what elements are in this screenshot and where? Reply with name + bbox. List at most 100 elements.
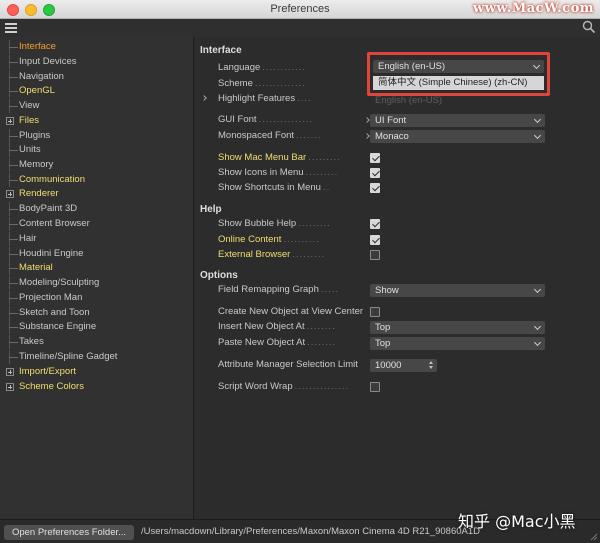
sidebar-item-communication[interactable]: Communication	[0, 173, 194, 187]
sidebar-item-label: View	[19, 100, 40, 111]
sidebar-item-label: Scheme Colors	[19, 381, 84, 392]
script-word-wrap-label: Script Word Wrap...............	[218, 381, 350, 392]
selection-limit-field[interactable]: 10000	[370, 359, 437, 372]
section-heading-help: Help	[200, 204, 222, 215]
hamburger-menu-icon[interactable]	[5, 23, 17, 33]
highlight-features-value: English (en-US)	[375, 95, 443, 106]
tree-connector	[9, 224, 18, 225]
open-preferences-folder-button[interactable]: Open Preferences Folder...	[4, 525, 134, 540]
sidebar-item-scheme-colors[interactable]: Scheme Colors	[0, 380, 194, 394]
show-mac-menu-bar-checkbox[interactable]	[370, 153, 380, 163]
sidebar-item-timeline-spline-gadget[interactable]: Timeline/Spline Gadget	[0, 350, 194, 364]
create-at-view-center-label: Create New Object at View Center	[218, 306, 364, 317]
preferences-sidebar: Interface Input Devices Navigation OpenGL Vi…	[0, 37, 194, 519]
language-option-zh-cn[interactable]: 简体中文 (Simple Chinese) (zh-CN)	[373, 76, 544, 90]
stepper-arrows-icon[interactable]	[428, 361, 434, 370]
external-browser-label: External Browser.........	[218, 249, 326, 260]
tree-connector	[9, 357, 18, 358]
sidebar-item-content-browser[interactable]: Content Browser	[0, 217, 194, 231]
sidebar-item-sketch-and-toon[interactable]: Sketch and Toon	[0, 306, 194, 320]
title-bar: Preferences www.MacW.com	[0, 0, 600, 19]
monospaced-font-dropdown[interactable]: Monaco	[370, 130, 545, 143]
online-content-label: Online Content..........	[218, 234, 320, 245]
external-browser-checkbox[interactable]	[370, 250, 380, 260]
chevron-down-icon	[533, 322, 542, 331]
tree-connector	[9, 165, 18, 166]
sidebar-item-import-export[interactable]: Import/Export	[0, 365, 194, 379]
gui-font-expand-icon[interactable]	[364, 117, 370, 123]
sidebar-item-material[interactable]: Material	[0, 261, 194, 275]
highlight-features-label: Highlight Features....	[218, 93, 312, 104]
resize-grip-icon[interactable]	[590, 533, 598, 541]
tree-connector	[9, 283, 18, 284]
expand-plus-icon[interactable]	[6, 368, 14, 376]
language-dropdown-popup: English (en-US) 简体中文 (Simple Chinese) (z…	[367, 52, 550, 96]
sidebar-item-label: Renderer	[19, 188, 59, 199]
script-word-wrap-checkbox[interactable]	[370, 382, 380, 392]
sidebar-item-navigation[interactable]: Navigation	[0, 70, 194, 84]
tree-connector	[9, 180, 18, 181]
sidebar-item-input-devices[interactable]: Input Devices	[0, 55, 194, 69]
expand-plus-icon[interactable]	[6, 190, 14, 198]
sidebar-item-label: BodyPaint 3D	[19, 203, 78, 214]
show-icons-in-menu-checkbox[interactable]	[370, 168, 380, 178]
sidebar-item-projection-man[interactable]: Projection Man	[0, 291, 194, 305]
sidebar-item-houdini-engine[interactable]: Houdini Engine	[0, 247, 194, 261]
chevron-down-icon	[532, 61, 541, 70]
sidebar-item-memory[interactable]: Memory	[0, 158, 194, 172]
tree-connector	[9, 209, 18, 210]
expand-plus-icon[interactable]	[6, 383, 14, 391]
sidebar-item-label: Houdini Engine	[19, 248, 84, 259]
sidebar-item-label: Hair	[19, 233, 37, 244]
sidebar-item-takes[interactable]: Takes	[0, 335, 194, 349]
sidebar-item-label: OpenGL	[19, 85, 55, 96]
sidebar-item-label: Navigation	[19, 71, 64, 82]
site-watermark: www.MacW.com	[473, 1, 594, 16]
chevron-down-icon	[533, 115, 542, 124]
sidebar-item-opengl[interactable]: OpenGL	[0, 84, 194, 98]
sidebar-item-units[interactable]: Units	[0, 143, 194, 157]
tree-connector	[9, 106, 18, 107]
sidebar-item-substance-engine[interactable]: Substance Engine	[0, 320, 194, 334]
gui-font-dropdown[interactable]: UI Font	[370, 114, 545, 127]
sidebar-item-view[interactable]: View	[0, 99, 194, 113]
monospaced-font-expand-icon[interactable]	[364, 133, 370, 139]
show-mac-menu-bar-label: Show Mac Menu Bar.........	[218, 152, 341, 163]
insert-new-object-dropdown[interactable]: Top	[370, 321, 545, 334]
sidebar-item-label: Content Browser	[19, 218, 90, 229]
sidebar-item-plugins[interactable]: Plugins	[0, 129, 194, 143]
tree-connector	[9, 150, 18, 151]
tree-connector	[9, 62, 18, 63]
tree-connector	[9, 298, 18, 299]
language-label: Language............	[218, 62, 306, 73]
online-content-checkbox[interactable]	[370, 235, 380, 245]
sidebar-item-label: Import/Export	[19, 366, 77, 377]
language-dropdown[interactable]: English (en-US)	[373, 60, 544, 73]
sidebar-item-bodypaint-3d[interactable]: BodyPaint 3D	[0, 202, 194, 216]
highlight-features-expander-icon[interactable]	[201, 95, 207, 101]
sidebar-item-modeling-sculpting[interactable]: Modeling/Sculpting	[0, 276, 194, 290]
chevron-down-icon	[533, 285, 542, 294]
field-remapping-graph-dropdown[interactable]: Show	[370, 284, 545, 297]
create-at-view-center-checkbox[interactable]	[370, 307, 380, 317]
sidebar-item-files[interactable]: Files	[0, 114, 194, 128]
sidebar-item-label: Material	[19, 262, 53, 273]
sidebar-item-hair[interactable]: Hair	[0, 232, 194, 246]
sidebar-item-label: Projection Man	[19, 292, 83, 303]
show-bubble-help-checkbox[interactable]	[370, 219, 380, 229]
expand-plus-icon[interactable]	[6, 117, 14, 125]
insert-new-object-label: Insert New Object At........	[218, 321, 336, 332]
sidebar-item-renderer[interactable]: Renderer	[0, 187, 194, 201]
sidebar-item-label: Substance Engine	[19, 321, 97, 332]
sidebar-item-label: Communication	[19, 174, 85, 185]
sidebar-item-label: Timeline/Spline Gadget	[19, 351, 118, 362]
show-bubble-help-label: Show Bubble Help.........	[218, 218, 331, 229]
sidebar-item-label: Input Devices	[19, 56, 77, 67]
show-shortcuts-in-menu-checkbox[interactable]	[370, 183, 380, 193]
sidebar-item-interface[interactable]: Interface	[0, 40, 194, 54]
search-icon[interactable]	[582, 20, 596, 34]
tree-connector	[9, 327, 18, 328]
tree-connector	[9, 254, 18, 255]
paste-new-object-dropdown[interactable]: Top	[370, 337, 545, 350]
show-icons-in-menu-label: Show Icons in Menu.........	[218, 167, 339, 178]
